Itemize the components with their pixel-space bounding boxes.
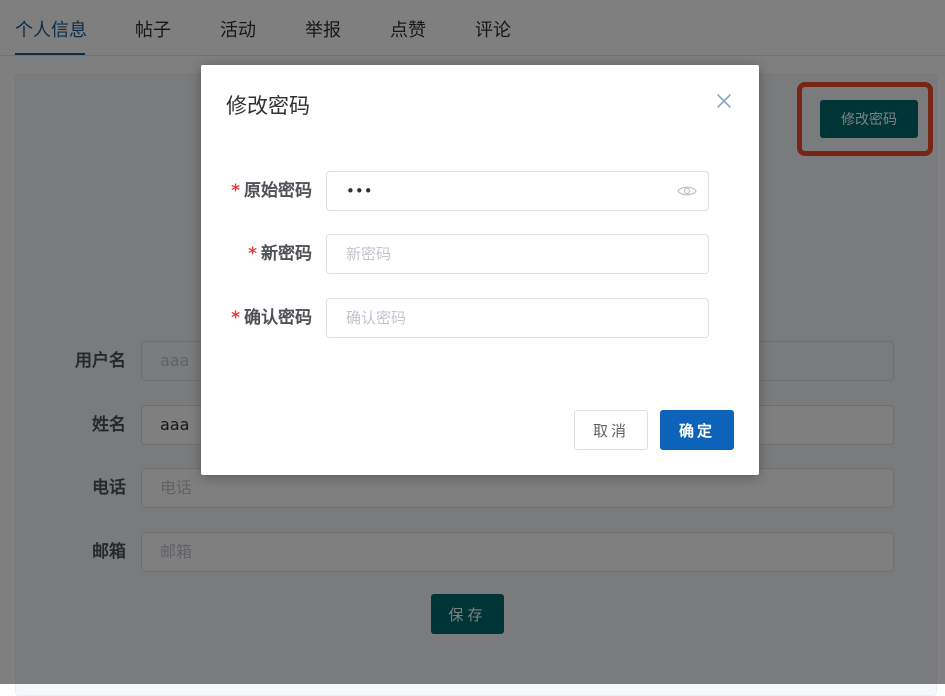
- required-mark: *: [231, 181, 240, 201]
- confirm-password-input[interactable]: 确认密码: [326, 298, 709, 338]
- dialog-title: 修改密码: [226, 94, 310, 118]
- confirm-password-placeholder: 确认密码: [346, 309, 407, 327]
- old-password-label: * 原始密码: [231, 181, 312, 201]
- required-mark: *: [248, 244, 257, 264]
- new-password-input[interactable]: 新密码: [326, 234, 709, 274]
- old-password-value: •••: [346, 182, 373, 200]
- eye-icon[interactable]: [677, 183, 697, 197]
- required-mark: *: [231, 308, 240, 328]
- close-icon[interactable]: [713, 90, 735, 112]
- change-password-dialog: 修改密码 * 原始密码 ••• * 新密码 新密码 * 确认密码 确认密码 取消 确定: [201, 65, 759, 475]
- confirm-button[interactable]: 确定: [660, 410, 734, 450]
- new-password-placeholder: 新密码: [346, 245, 392, 263]
- new-password-label: * 新密码: [248, 244, 312, 264]
- old-password-input[interactable]: •••: [326, 171, 709, 211]
- cancel-button[interactable]: 取消: [574, 410, 648, 450]
- confirm-password-label: * 确认密码: [231, 308, 312, 328]
